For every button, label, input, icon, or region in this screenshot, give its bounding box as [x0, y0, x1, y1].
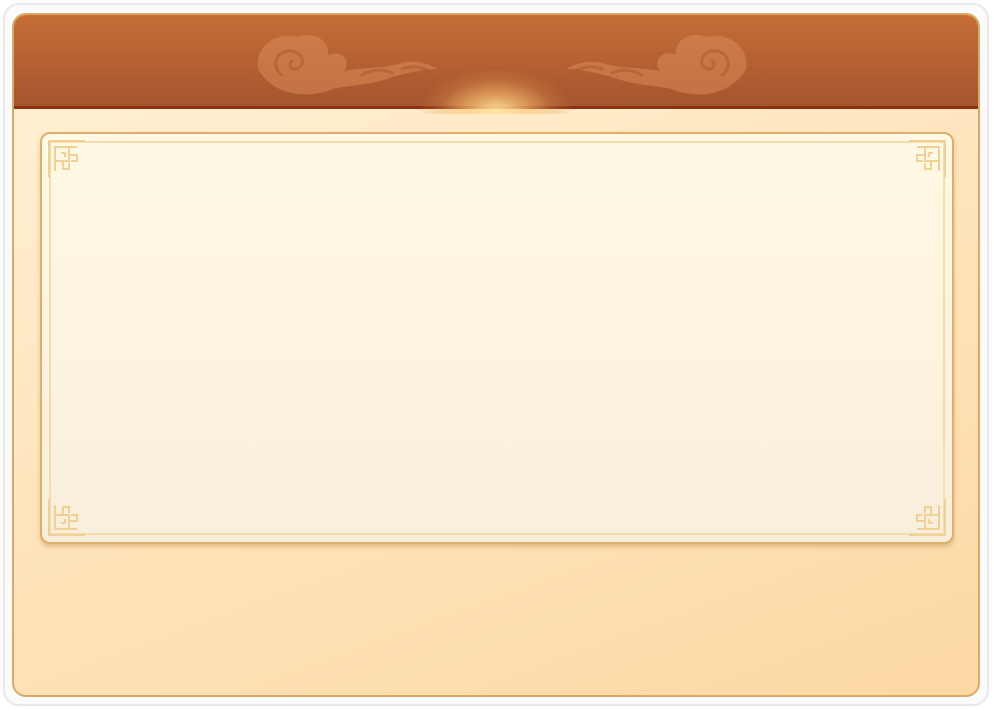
card-inner-border — [49, 141, 945, 535]
dialog-panel — [12, 13, 980, 697]
cloud-ornament-left-icon — [257, 35, 438, 95]
fret-corner-icon — [48, 499, 85, 536]
fret-corner-icon — [909, 140, 946, 177]
cloud-ornament-right-icon — [566, 35, 747, 95]
dialog-header — [14, 15, 978, 114]
fret-corner-icon — [48, 140, 85, 177]
header-glow — [421, 70, 571, 114]
content-card — [40, 132, 954, 544]
fret-corner-icon — [909, 499, 946, 536]
